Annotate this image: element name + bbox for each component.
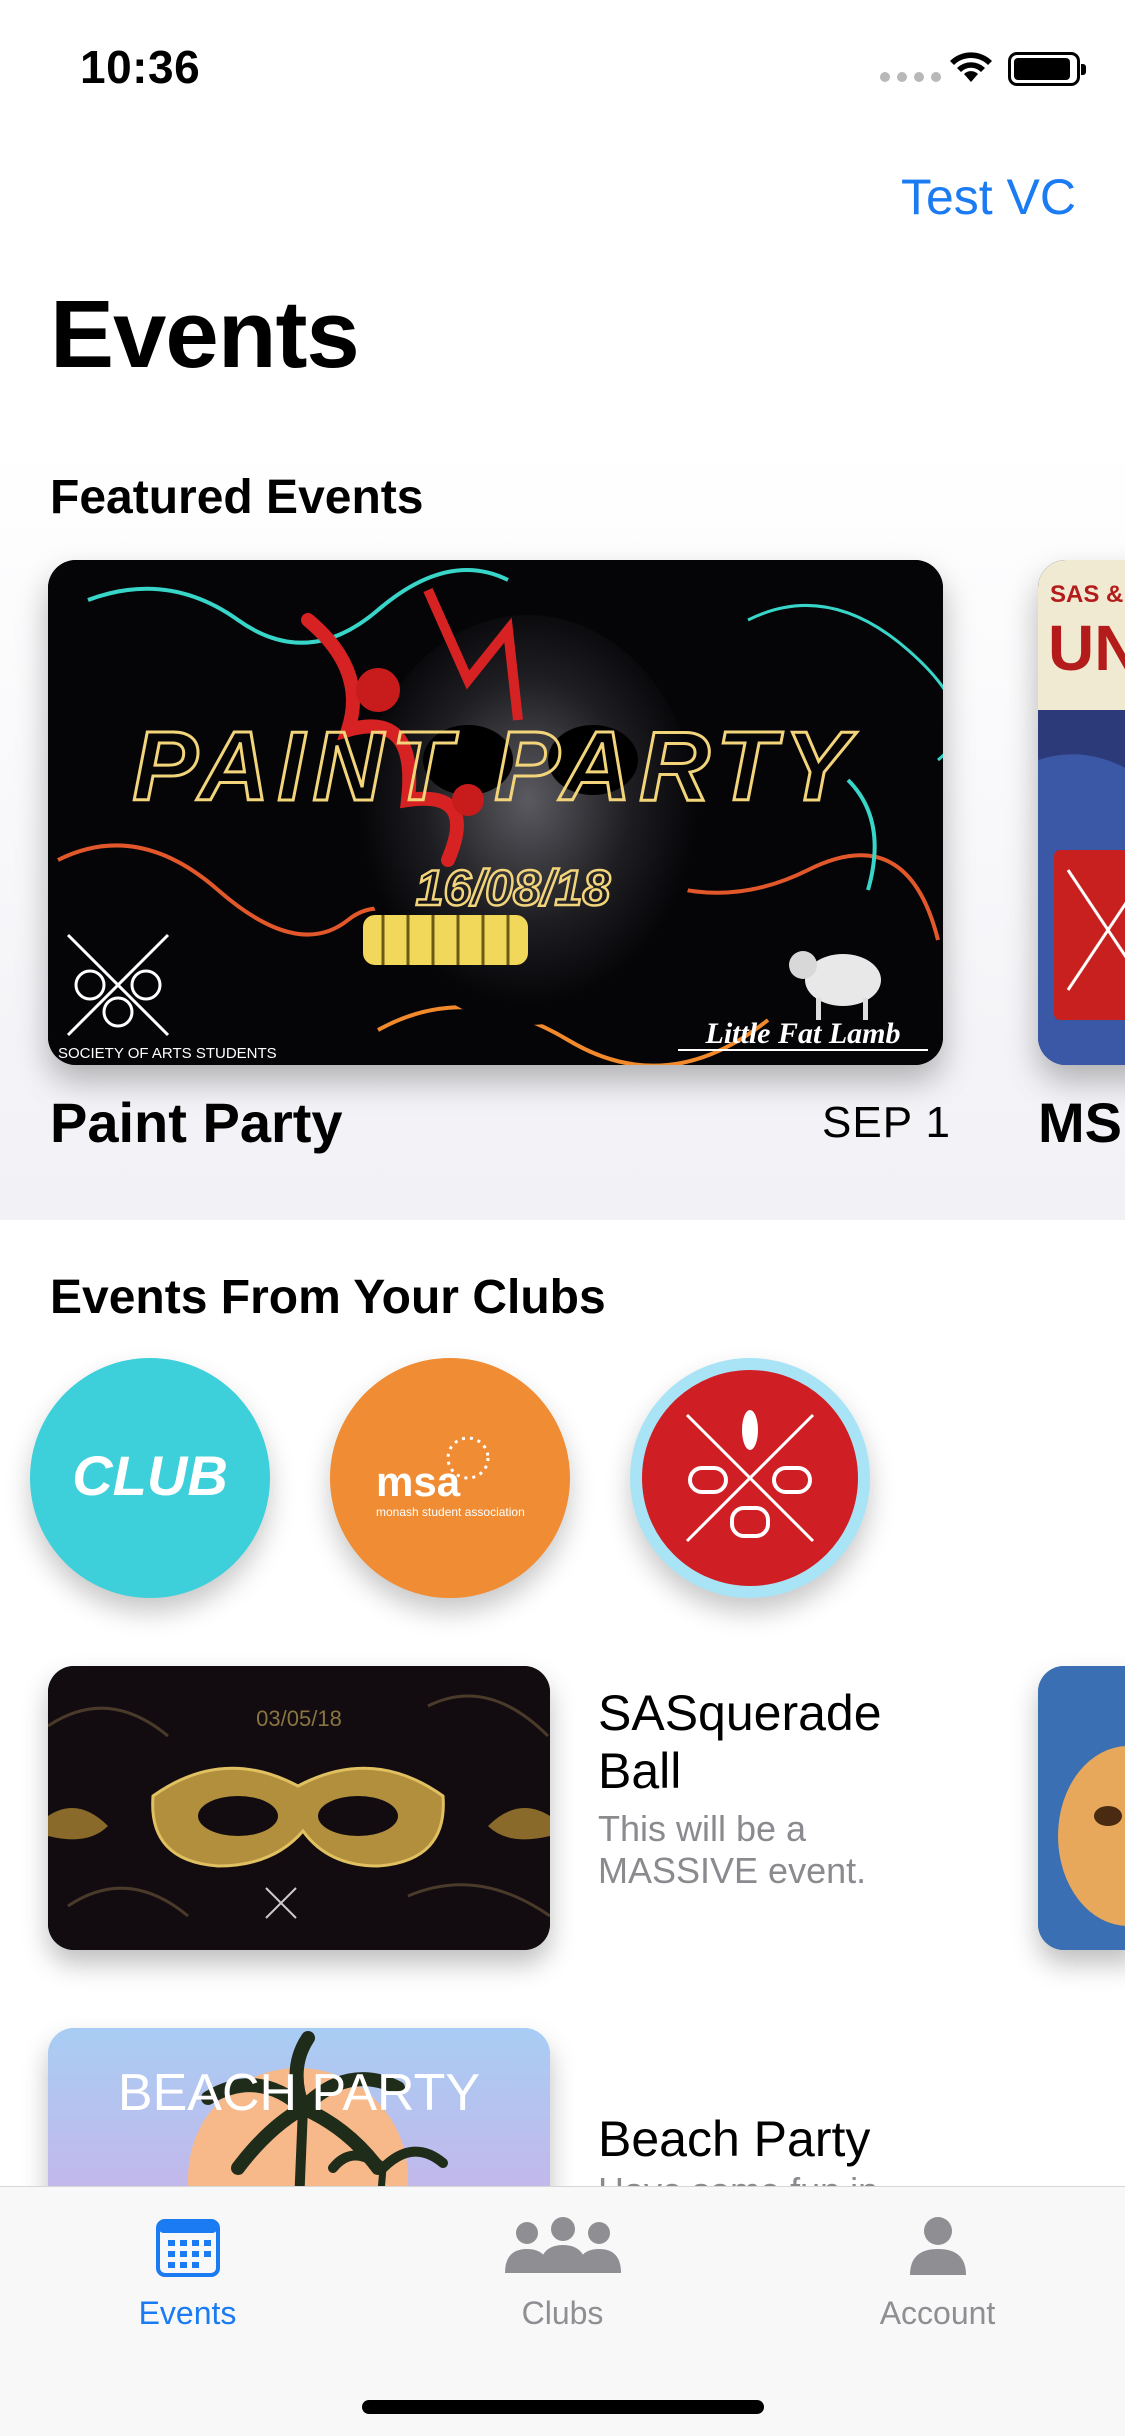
home-indicator[interactable] (362, 2400, 764, 2414)
svg-text:msa: msa (376, 1458, 461, 1505)
cellular-signal-icon (880, 72, 941, 82)
tab-account[interactable]: Account (750, 2187, 1125, 2347)
club-avatar-sas[interactable] (630, 1358, 870, 1598)
club-avatar-msa[interactable]: msa monash student association (330, 1358, 570, 1598)
test-vc-button[interactable]: Test VC (901, 168, 1076, 226)
svg-text:03/05/18: 03/05/18 (256, 1706, 342, 1731)
featured-event-name: Paint Party (50, 1091, 343, 1154)
svg-text:SAS &: SAS & (1050, 581, 1123, 608)
event-title: SASquerade Ball (598, 1685, 882, 1799)
tab-events[interactable]: Events (0, 2187, 375, 2347)
person-icon (909, 2217, 966, 2275)
featured-events-section: Featured Events PAINT PARTY 16/08/18 SOC… (0, 440, 1125, 1220)
club-avatar-club[interactable]: CLUB (30, 1358, 270, 1598)
next-featured-poster: SAS & UN (1038, 560, 1125, 1065)
next-event-thumbnail[interactable] (1038, 1666, 1125, 1950)
next-featured-name: MS (1038, 1091, 1122, 1154)
svg-text:UN: UN (1048, 612, 1125, 684)
event-title: Beach Party (598, 2111, 871, 2167)
svg-text:BEACH PARTY: BEACH PARTY (118, 2064, 480, 2122)
tab-clubs[interactable]: Clubs (375, 2187, 750, 2347)
poster-title: PAINT PARTY (132, 711, 857, 821)
next-featured-card[interactable]: SAS & UN (1038, 560, 1125, 1065)
tab-label: Account (879, 2295, 996, 2331)
poster-date: 16/08/18 (416, 860, 611, 916)
people-icon (504, 2217, 621, 2273)
battery-icon (1008, 52, 1086, 86)
club-events-title: Events From Your Clubs (50, 1271, 606, 1324)
venue-logo: Little Fat Lamb (705, 1017, 901, 1050)
paint-party-poster: PAINT PARTY 16/08/18 SOCIETY OF ARTS STU… (48, 560, 943, 1065)
society-label: SOCIETY OF ARTS STUDENTS (58, 1045, 277, 1062)
featured-event-card[interactable]: PAINT PARTY 16/08/18 SOCIETY OF ARTS STU… (48, 560, 943, 1065)
event-thumbnail-sasquerade[interactable]: 03/05/18 (48, 1666, 550, 1950)
wifi-icon (950, 52, 992, 82)
tab-label: Events (138, 2295, 237, 2331)
page-title: Events (50, 281, 360, 388)
svg-text:monash student association: monash student association (376, 1505, 525, 1519)
calendar-icon (155, 2219, 220, 2277)
status-time: 10:36 (80, 41, 201, 93)
featured-event-date: SEP 1 (822, 1098, 951, 1147)
club-events-section: Events From Your Clubs CLUB msa monash s… (0, 1220, 1125, 2228)
tab-label: Clubs (521, 2295, 604, 2331)
featured-events-title: Featured Events (50, 471, 424, 524)
event-description: This will be a MASSIVE event. (598, 1808, 867, 1891)
tab-bar: Events Clubs Account (0, 2186, 1125, 2436)
status-bar: 10:36 (0, 0, 1125, 132)
svg-text:CLUB: CLUB (72, 1444, 228, 1507)
